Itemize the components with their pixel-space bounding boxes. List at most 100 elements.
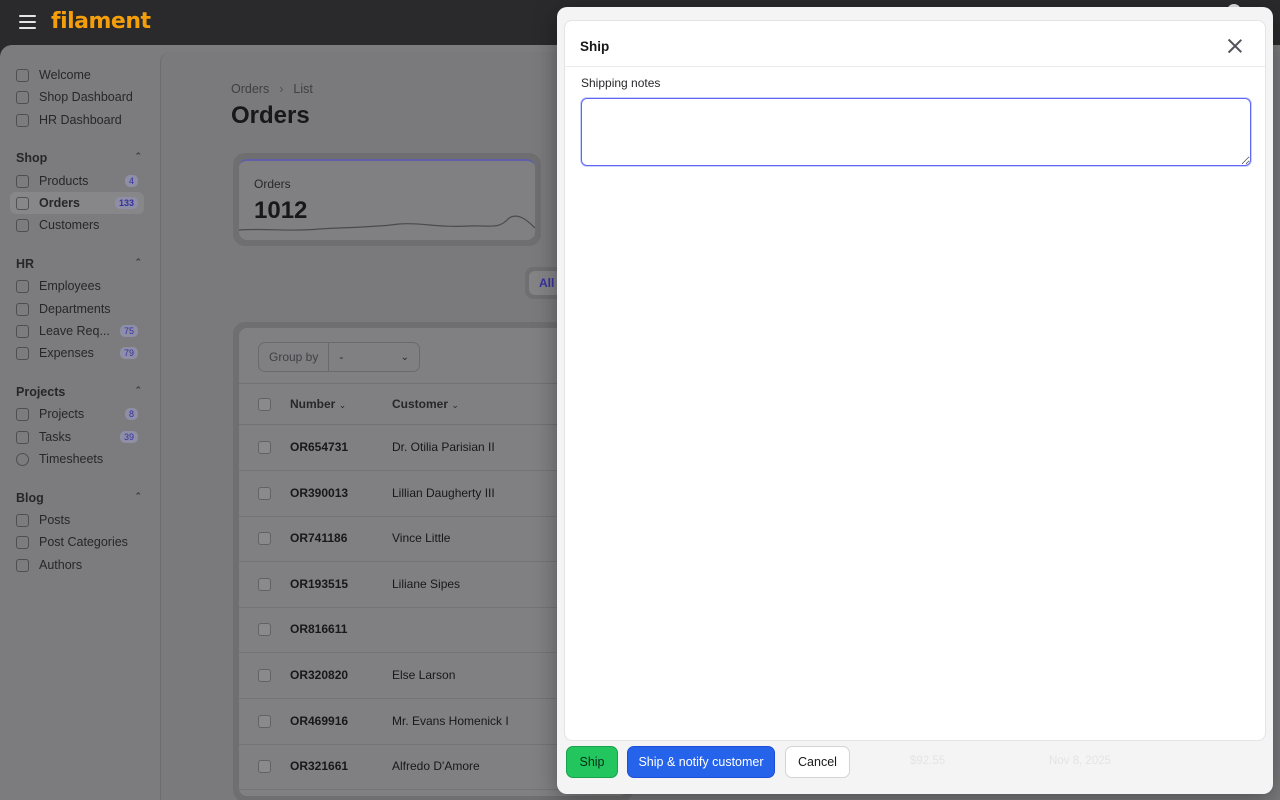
sidebar-group-blog[interactable]: Blog ⌃ — [16, 491, 142, 505]
column-header-customer[interactable]: Customer ⌄ — [392, 397, 459, 411]
cancel-button[interactable]: Cancel — [785, 746, 850, 778]
sidebar-item-orders[interactable]: Orders 133 — [10, 192, 144, 214]
sidebar-item-label: Leave Req... — [39, 324, 110, 338]
sidebar-item-customers[interactable]: Customers — [10, 214, 144, 236]
sidebar-item-tasks[interactable]: Tasks 39 — [10, 426, 144, 448]
column-label: Customer — [392, 397, 449, 411]
sidebar-item-label: Shop Dashboard — [39, 90, 133, 104]
modal-header: Ship — [565, 21, 1265, 67]
sidebar-item-hr-dashboard[interactable]: HR Dashboard — [10, 109, 144, 131]
clipboard-check-icon — [16, 430, 29, 444]
sidebar-group-shop[interactable]: Shop ⌃ — [16, 151, 142, 165]
sidebar-group-hr[interactable]: HR ⌃ — [16, 257, 142, 271]
sidebar-item-timesheets[interactable]: Timesheets — [10, 448, 144, 470]
group-by-label: Group by — [259, 343, 330, 371]
sidebar-item-authors[interactable]: Authors — [10, 554, 144, 576]
row-amount: $92.55 — [910, 755, 946, 767]
sidebar-item-label: Post Categories — [39, 535, 128, 549]
column-header-number[interactable]: Number ⌄ — [290, 397, 346, 411]
row-checkbox[interactable] — [258, 714, 271, 728]
group-title: HR — [16, 257, 35, 271]
order-number: OR741186 — [290, 531, 348, 546]
sidebar-item-label: Welcome — [39, 68, 91, 82]
row-checkbox[interactable] — [258, 486, 271, 500]
sidebar-item-leave-requests[interactable]: Leave Req... 75 — [10, 320, 144, 342]
home-icon — [16, 68, 29, 82]
bolt-icon — [16, 174, 29, 188]
close-icon[interactable] — [1227, 38, 1243, 54]
stat-card-orders: Orders 1012 — [233, 153, 541, 246]
count-badge: 133 — [114, 197, 138, 209]
stat-label: Orders — [254, 177, 291, 191]
row-checkbox[interactable] — [258, 440, 271, 454]
sidebar-item-post-categories[interactable]: Post Categories — [10, 531, 144, 553]
row-checkbox[interactable] — [258, 668, 271, 682]
row-checkbox[interactable] — [258, 759, 271, 773]
chevron-down-icon: ⌄ — [338, 400, 347, 410]
sidebar: Welcome Shop Dashboard HR Dashboard Shop… — [0, 45, 160, 800]
breadcrumb-item[interactable]: Orders — [231, 82, 269, 96]
group-by-select[interactable]: Group by - ⌄ — [258, 342, 420, 372]
sidebar-item-expenses[interactable]: Expenses 79 — [10, 342, 144, 364]
chevron-down-icon: ⌄ — [451, 400, 459, 410]
sidebar-item-projects[interactable]: Projects 8 — [10, 403, 144, 425]
breadcrumb-item: List — [293, 82, 313, 96]
ship-button[interactable]: Ship — [566, 746, 618, 778]
order-number: OR320820 — [290, 668, 349, 683]
row-checkbox[interactable] — [258, 531, 271, 545]
customer-name: Dr. Otilia Parisian II — [392, 440, 495, 455]
clock-icon — [16, 452, 29, 466]
menu-icon[interactable] — [19, 15, 36, 29]
count-badge: 8 — [124, 408, 138, 420]
order-number: OR469916 — [290, 714, 349, 729]
breadcrumb: Orders › List — [231, 82, 313, 96]
shipping-notes-field[interactable] — [581, 98, 1251, 166]
calendar-icon — [16, 324, 29, 338]
sidebar-item-posts[interactable]: Posts — [10, 509, 144, 531]
chevron-down-icon: ⌄ — [400, 351, 409, 363]
sidebar-item-label: Departments — [39, 302, 111, 316]
group-title: Shop — [16, 151, 48, 165]
column-label: Number — [290, 397, 336, 411]
row-checkbox[interactable] — [258, 622, 271, 636]
count-badge: 39 — [119, 431, 138, 443]
folder-icon — [16, 535, 29, 549]
sidebar-item-label: Tasks — [39, 430, 71, 444]
sidebar-item-welcome[interactable]: Welcome — [10, 64, 144, 86]
chevron-up-icon: ⌃ — [134, 491, 142, 501]
ship-modal: Ship Shipping notes Ship Ship & notify c… — [557, 7, 1273, 794]
customer-name: Vince Little — [392, 531, 451, 546]
chevron-up-icon: ⌃ — [134, 151, 142, 161]
shipping-notes-label: Shipping notes — [581, 76, 661, 90]
ship-notify-button[interactable]: Ship & notify customer — [627, 746, 775, 778]
customer-name: Lillian Daugherty III — [392, 486, 495, 501]
building-icon — [16, 302, 29, 316]
app-logo[interactable]: filament — [51, 9, 151, 34]
document-icon — [16, 513, 29, 527]
sidebar-item-label: Posts — [39, 513, 71, 527]
group-by-value: - — [339, 350, 344, 364]
sidebar-item-products[interactable]: Products 4 — [10, 170, 144, 192]
customer-name: Mr. Evans Homenick I — [392, 714, 509, 729]
group-title: Blog — [16, 491, 44, 505]
receipt-icon — [16, 346, 29, 360]
customer-name: Liliane Sipes — [392, 577, 461, 592]
chevron-up-icon: ⌃ — [134, 257, 142, 267]
briefcase-icon — [16, 113, 29, 127]
sidebar-item-label: Products — [39, 174, 89, 188]
sidebar-group-projects[interactable]: Projects ⌃ — [16, 385, 142, 399]
order-number: OR654731 — [290, 440, 349, 455]
chevron-up-icon: ⌃ — [134, 385, 142, 395]
sidebar-item-label: Projects — [39, 407, 85, 421]
row-checkbox[interactable] — [258, 577, 271, 591]
sidebar-item-label: Timesheets — [39, 452, 104, 466]
count-badge: 75 — [119, 325, 138, 337]
sidebar-item-shop-dashboard[interactable]: Shop Dashboard — [10, 86, 144, 108]
select-all-checkbox[interactable] — [258, 397, 271, 411]
sidebar-item-departments[interactable]: Departments — [10, 298, 144, 320]
sidebar-item-employees[interactable]: Employees — [10, 275, 144, 297]
sidebar-item-label: Customers — [39, 218, 100, 232]
folder-icon — [16, 407, 29, 421]
modal-footer: Ship Ship & notify customer Cancel $92.5… — [557, 746, 1273, 786]
cart-icon — [16, 90, 29, 104]
